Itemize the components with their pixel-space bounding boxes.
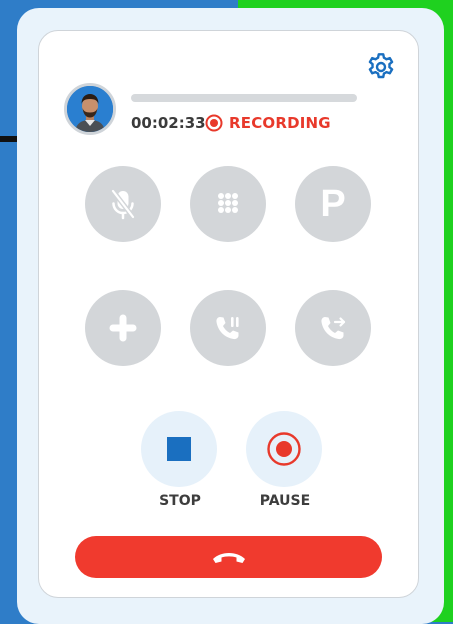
avatar — [64, 83, 116, 135]
phone-transfer-icon — [321, 317, 346, 340]
hold-button[interactable] — [190, 290, 266, 366]
dialpad-icon — [218, 193, 238, 213]
stop-recording-button[interactable] — [141, 411, 217, 487]
call-timer: 00:02:33 — [131, 114, 206, 132]
hang-up-button[interactable] — [75, 536, 382, 578]
dialpad-button[interactable] — [190, 166, 266, 242]
settings-button[interactable] — [365, 51, 397, 83]
mic-off-icon — [111, 189, 135, 220]
phone-hold-icon — [216, 317, 239, 340]
recording-status: RECORDING — [229, 114, 331, 132]
park-icon: P — [320, 182, 346, 225]
person-photo-icon — [67, 86, 113, 132]
caller-name-placeholder — [131, 94, 357, 102]
transfer-button[interactable] — [295, 290, 371, 366]
park-button[interactable]: P — [295, 166, 371, 242]
stop-label: STOP — [159, 493, 201, 509]
mute-button[interactable] — [85, 166, 161, 242]
pause-recording-button[interactable] — [246, 411, 322, 487]
stop-icon — [167, 437, 191, 461]
record-icon — [267, 432, 301, 466]
add-call-button[interactable] — [85, 290, 161, 366]
pause-label: PAUSE — [259, 493, 311, 509]
recording-indicator-icon — [205, 114, 223, 132]
plus-icon — [109, 314, 137, 342]
gear-icon — [368, 53, 394, 79]
phone-hangup-icon — [212, 553, 245, 563]
